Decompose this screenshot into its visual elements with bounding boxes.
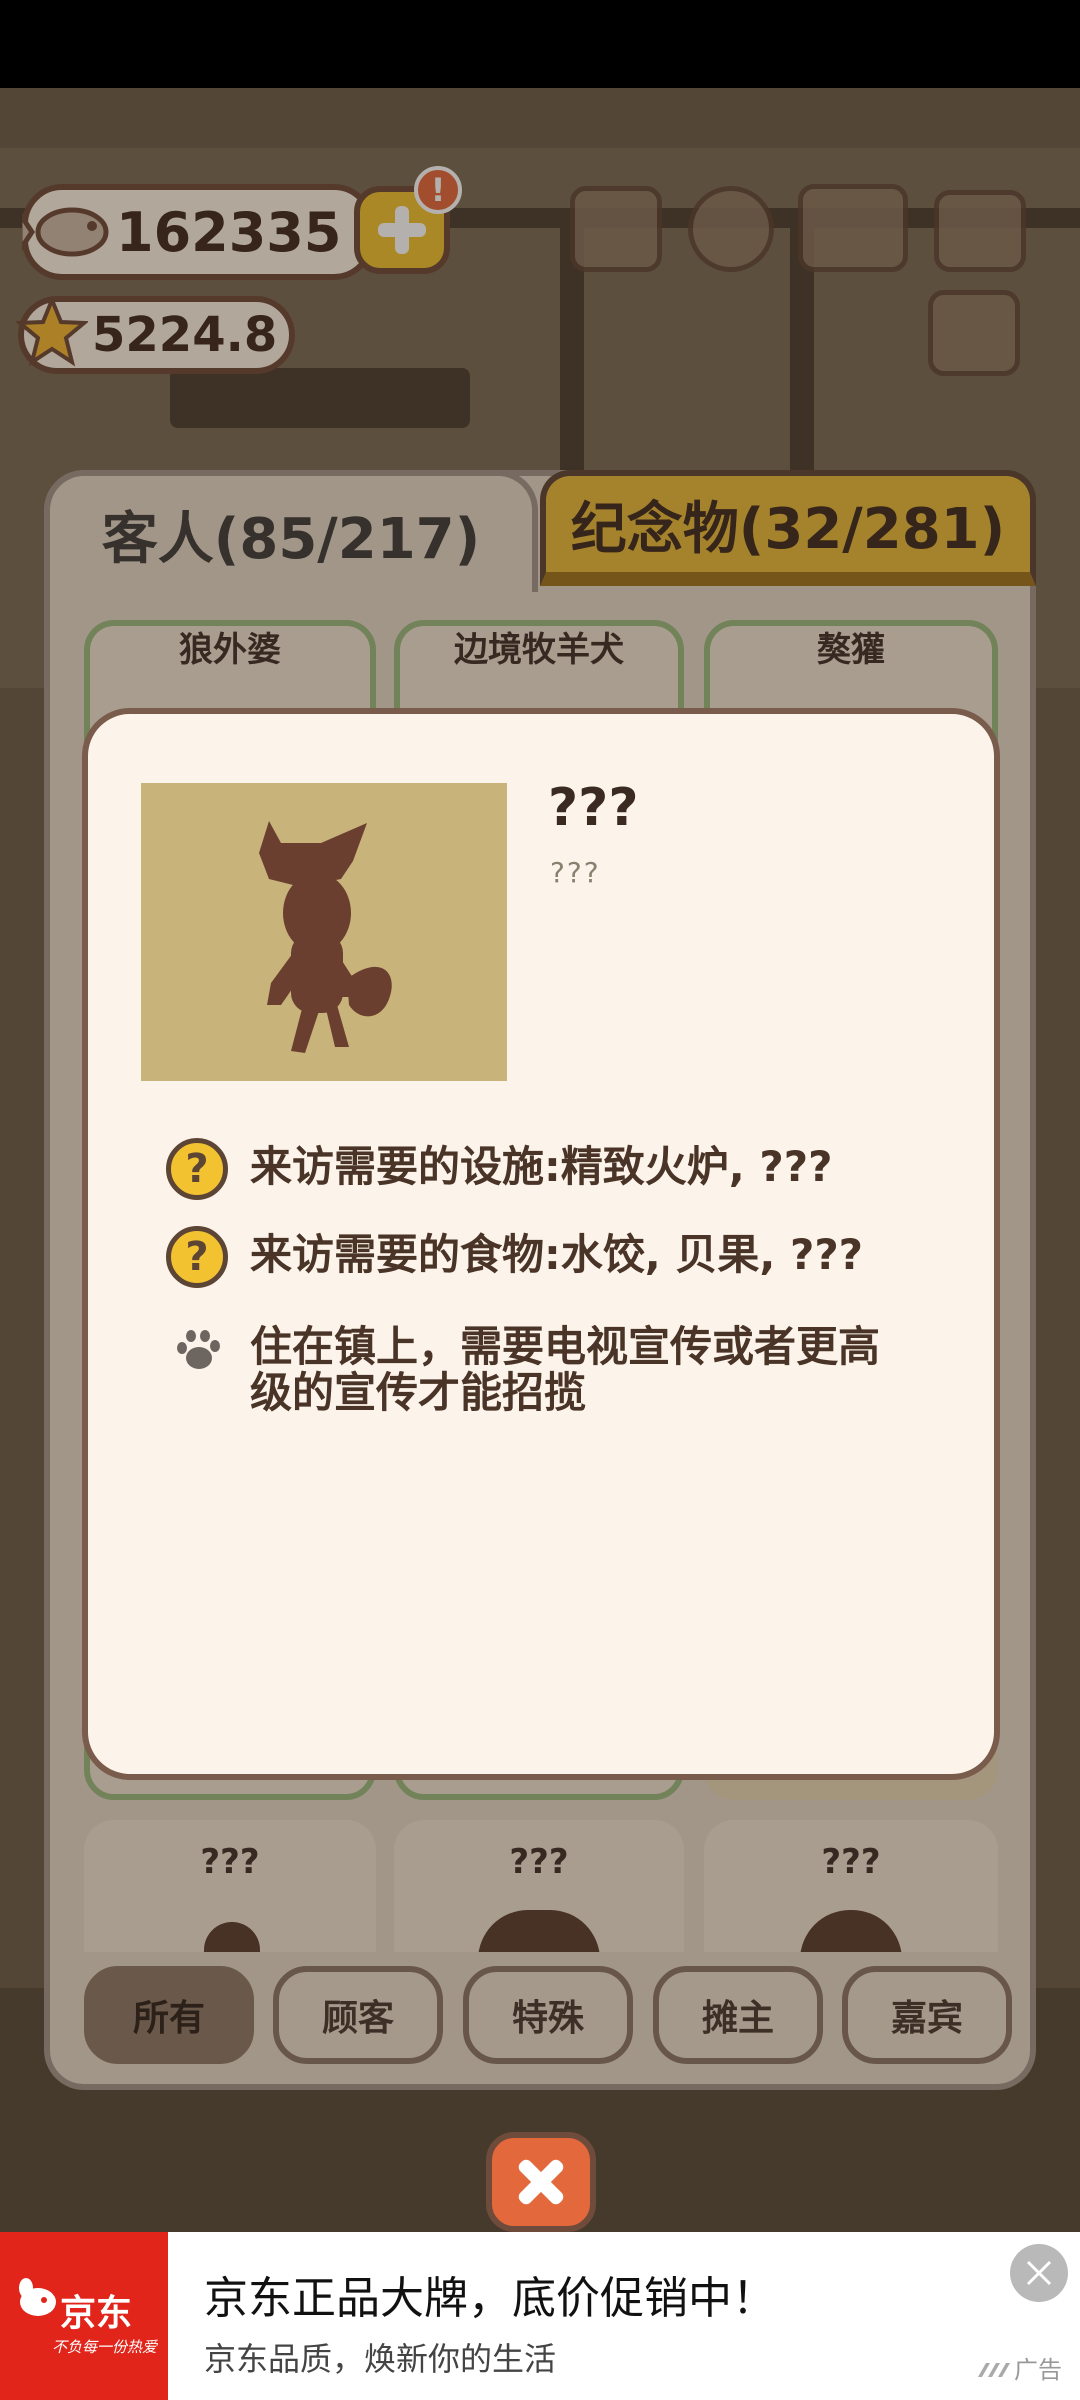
guest-portrait	[141, 783, 507, 1081]
newspaper-icon[interactable]	[928, 290, 1020, 376]
fox-silhouette-icon	[259, 821, 392, 1053]
requirement-food: ? 来访需要的食物:水饺, 贝果, ???	[166, 1226, 863, 1288]
tab-souvenirs[interactable]: 纪念物(32/281)	[540, 470, 1036, 586]
fish-icon	[22, 207, 109, 257]
ad-label-text: 广告	[1014, 2356, 1062, 2384]
guest-name: ???	[548, 778, 639, 838]
guest-card-title: ???	[509, 1842, 569, 1882]
close-button[interactable]	[486, 2132, 596, 2232]
guest-card-title: 獒獾	[817, 630, 885, 670]
filter-customers[interactable]: 顾客	[273, 1966, 443, 2064]
question-icon: ?	[166, 1226, 228, 1288]
plus-icon	[378, 206, 426, 254]
filter-vendors[interactable]: 摊主	[653, 1966, 823, 2064]
close-icon	[518, 2159, 564, 2205]
ranking-icon[interactable]	[570, 186, 662, 272]
star-currency: 5224.8	[16, 296, 295, 374]
jd-logo: 京东 不负每一份热爱	[0, 2232, 168, 2400]
ad-mark-icon	[978, 2362, 1010, 2377]
question-icon: ?	[166, 1138, 228, 1200]
guest-card-title: 边境牧羊犬	[454, 630, 624, 670]
status-bar	[0, 0, 1080, 88]
ad-brand: 京东	[60, 2293, 133, 2334]
filter-all[interactable]: 所有	[84, 1966, 254, 2064]
star-icon	[16, 296, 88, 367]
fish-currency: 162335	[22, 184, 374, 280]
guest-card-title: ???	[200, 1842, 260, 1882]
guest-subtitle: ???	[550, 856, 601, 889]
tab-guests[interactable]: 客人(85/217)	[44, 470, 538, 592]
jd-dog-icon	[19, 2278, 56, 2316]
requirement-text: 来访需要的设施:精致火炉, ???	[250, 1142, 833, 1191]
filter-guests[interactable]: 嘉宾	[842, 1966, 1012, 2064]
ad-headline[interactable]: 京东正品大牌，底价促销中！	[204, 2262, 776, 2326]
ad-close-button[interactable]	[1010, 2244, 1068, 2302]
gear-icon[interactable]	[688, 186, 774, 272]
fish-count: 162335	[116, 200, 342, 264]
ad-slogan: 不负每一份热爱	[52, 2338, 158, 2356]
guest-card-title: 狼外婆	[179, 630, 281, 670]
close-icon	[1026, 2260, 1052, 2286]
camera-icon[interactable]	[934, 190, 1026, 272]
ad-banner[interactable]: 京东 不负每一份热爱 京东正品大牌，底价促销中！ 京东品质，焕新你的生活	[0, 2232, 1080, 2400]
ad-subline: 京东品质，焕新你的生活	[204, 2340, 557, 2378]
star-count: 5224.8	[92, 307, 278, 363]
filter-special[interactable]: 特殊	[463, 1966, 633, 2064]
requirement-text: 住在镇上，需要电视宣传或者更高级的宣传才能招揽	[250, 1322, 881, 1417]
guest-card[interactable]: ???	[704, 1820, 998, 1952]
ad-label: 广告	[978, 2350, 1062, 2385]
requirement-promotion: 住在镇上，需要电视宣传或者更高级的宣传才能招揽	[166, 1318, 936, 1416]
requirement-facility: ? 来访需要的设施:精致火炉, ???	[166, 1138, 832, 1200]
requirement-text: 来访需要的食物:水饺, 贝果, ???	[250, 1230, 864, 1279]
book-icon[interactable]	[798, 184, 908, 272]
guest-card-title: ???	[821, 1842, 881, 1882]
paw-icon	[166, 1318, 228, 1380]
guest-card[interactable]: ???	[84, 1820, 376, 1952]
guest-card[interactable]: ???	[394, 1820, 684, 1952]
alert-badge: !	[414, 166, 462, 214]
